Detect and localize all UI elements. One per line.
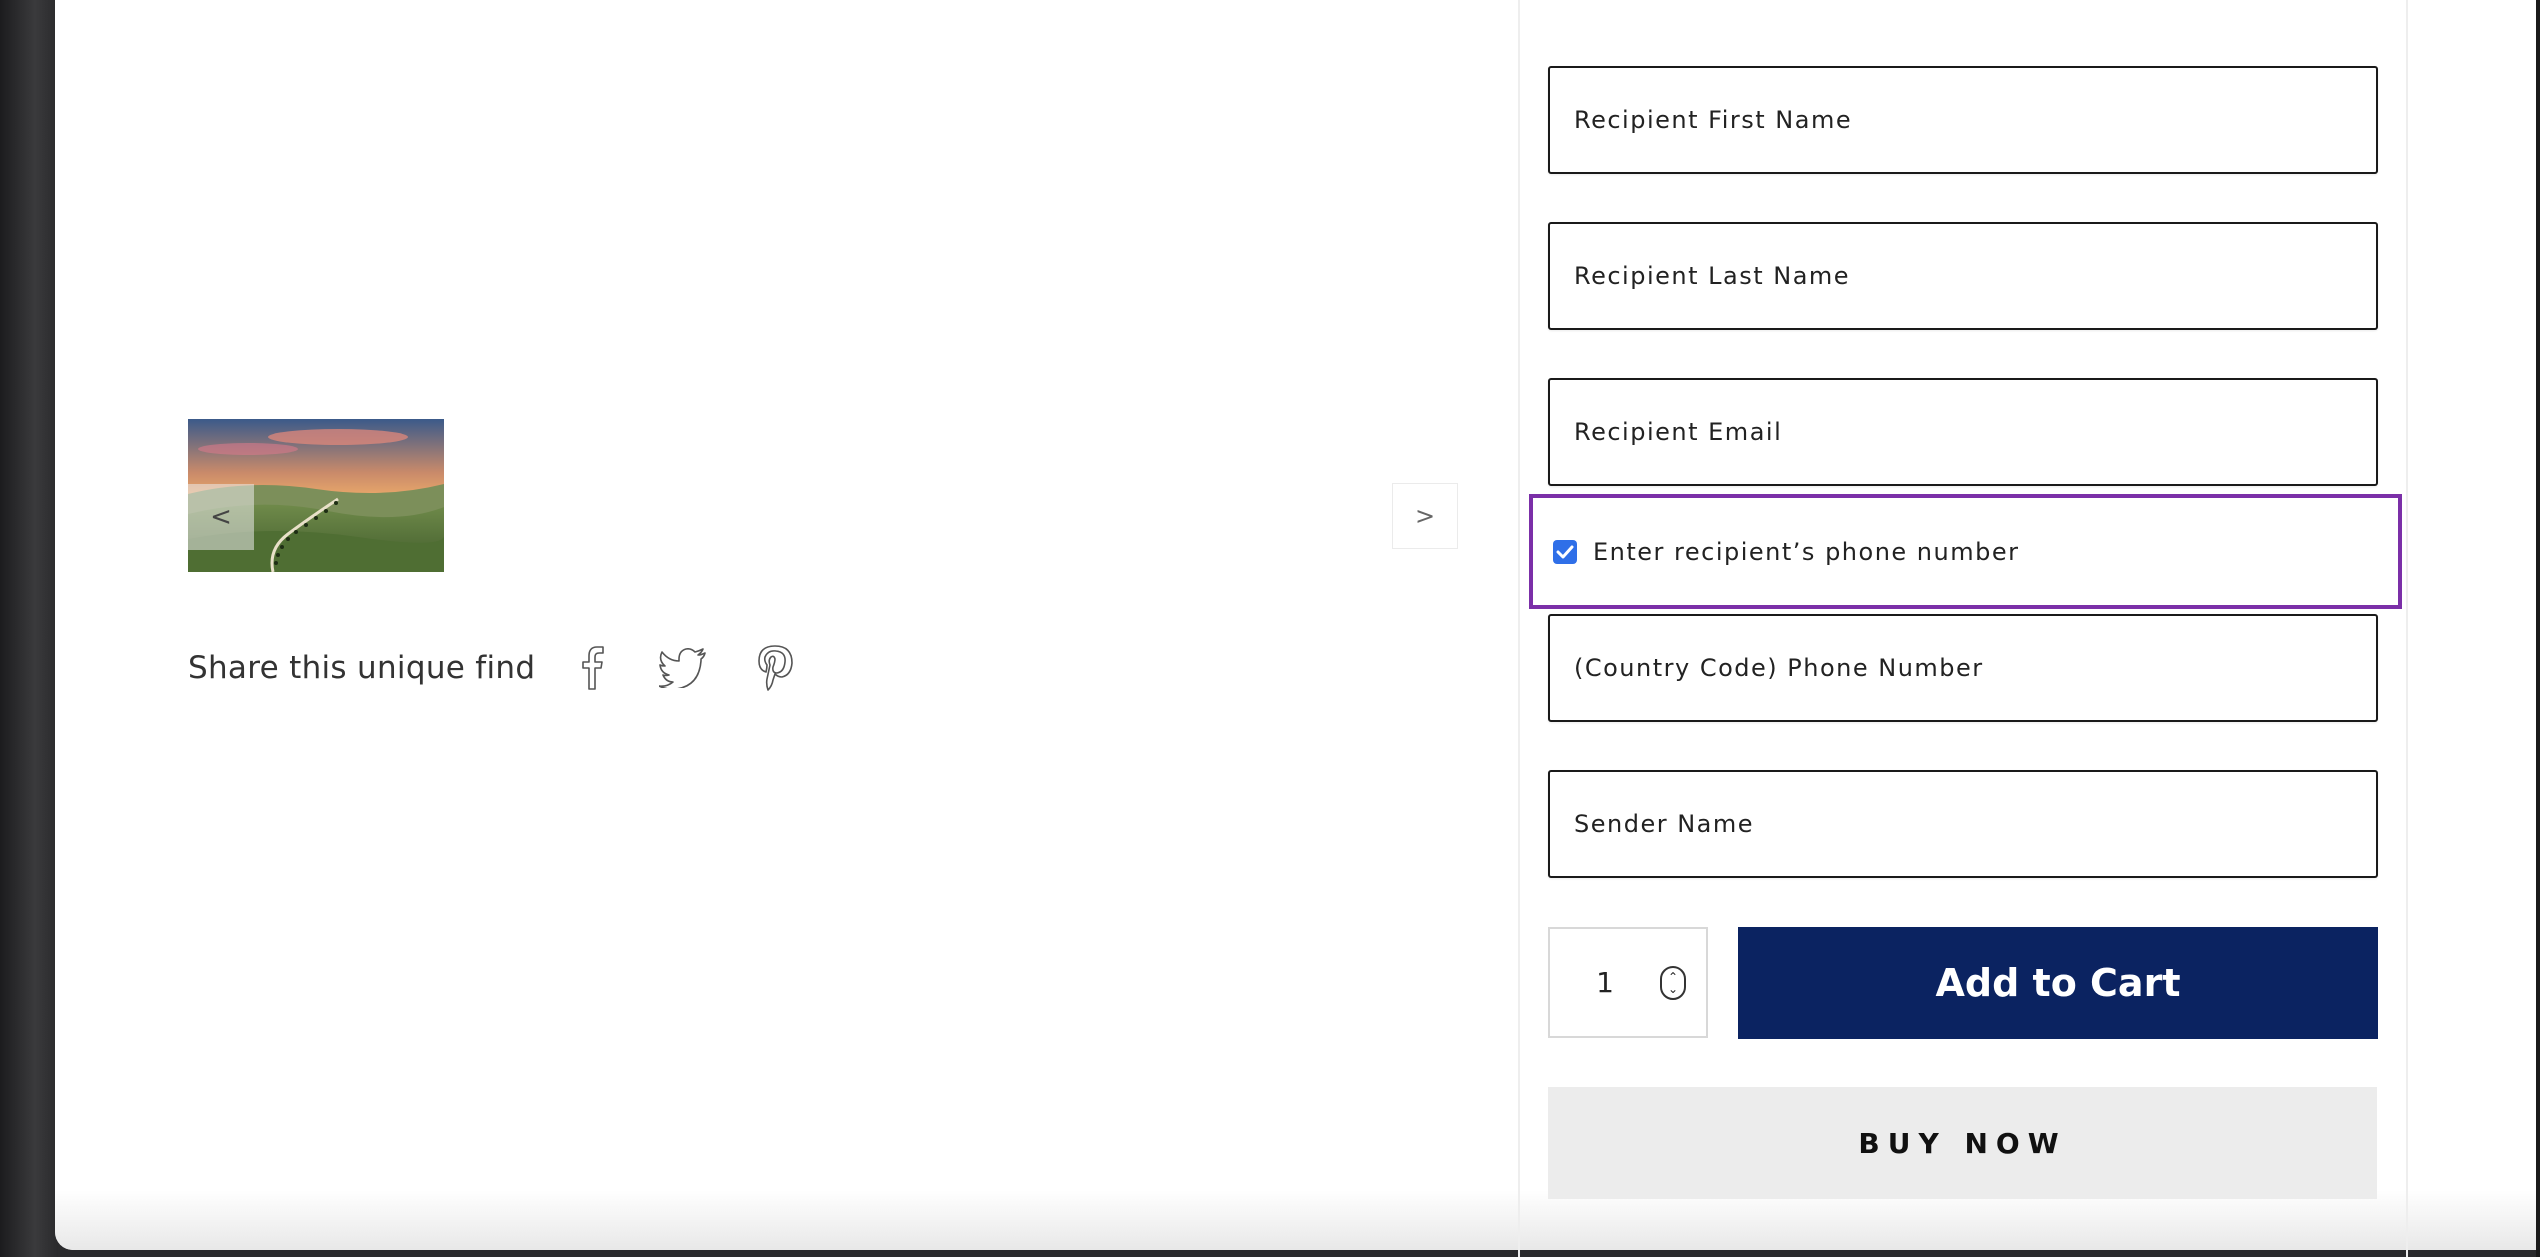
sender-name-input[interactable] <box>1550 772 2376 876</box>
window-bezel <box>0 0 58 1257</box>
gallery-next-button[interactable]: > <box>1392 483 1458 549</box>
bottom-shade <box>55 1190 2540 1250</box>
recipient-first-name-field[interactable] <box>1548 66 2378 174</box>
share-row: Share this unique find <box>188 638 797 698</box>
phone-toggle-label[interactable]: Enter recipient’s phone number <box>1593 538 2019 566</box>
phone-number-field[interactable] <box>1548 614 2378 722</box>
phone-number-input[interactable] <box>1550 616 2376 720</box>
share-label: Share this unique find <box>188 650 536 686</box>
buy-now-button[interactable]: BUY NOW <box>1548 1087 2377 1199</box>
recipient-email-field[interactable] <box>1548 378 2378 486</box>
phone-toggle-checkbox[interactable] <box>1553 539 1577 564</box>
window-edge <box>2536 0 2540 1257</box>
add-to-cart-button[interactable]: Add to Cart <box>1738 927 2378 1039</box>
chevron-right-icon: > <box>1414 502 1436 530</box>
recipient-email-input[interactable] <box>1550 380 2376 484</box>
checkmark-icon <box>1556 545 1574 558</box>
recipient-last-name-input[interactable] <box>1550 224 2376 328</box>
facebook-icon[interactable] <box>573 640 613 696</box>
quantity-stepper[interactable]: 1 ⌃ ⌄ <box>1548 927 1708 1038</box>
sender-name-field[interactable] <box>1548 770 2378 878</box>
quantity-spin-icon[interactable]: ⌃ ⌄ <box>1660 965 1686 1000</box>
column-divider <box>1518 0 1520 1257</box>
quantity-value[interactable]: 1 <box>1550 966 1660 999</box>
chevron-down-icon[interactable]: ⌄ <box>1668 983 1678 995</box>
chevron-up-icon[interactable]: ⌃ <box>1668 971 1678 983</box>
pinterest-icon[interactable] <box>753 640 797 696</box>
chevron-left-icon: < <box>210 502 232 532</box>
recipient-first-name-input[interactable] <box>1550 68 2376 172</box>
gallery-prev-button[interactable]: < <box>188 484 254 550</box>
column-divider <box>2406 0 2408 1257</box>
twitter-icon[interactable] <box>657 640 709 696</box>
recipient-last-name-field[interactable] <box>1548 222 2378 330</box>
phone-toggle-highlight: Enter recipient’s phone number <box>1529 494 2402 609</box>
